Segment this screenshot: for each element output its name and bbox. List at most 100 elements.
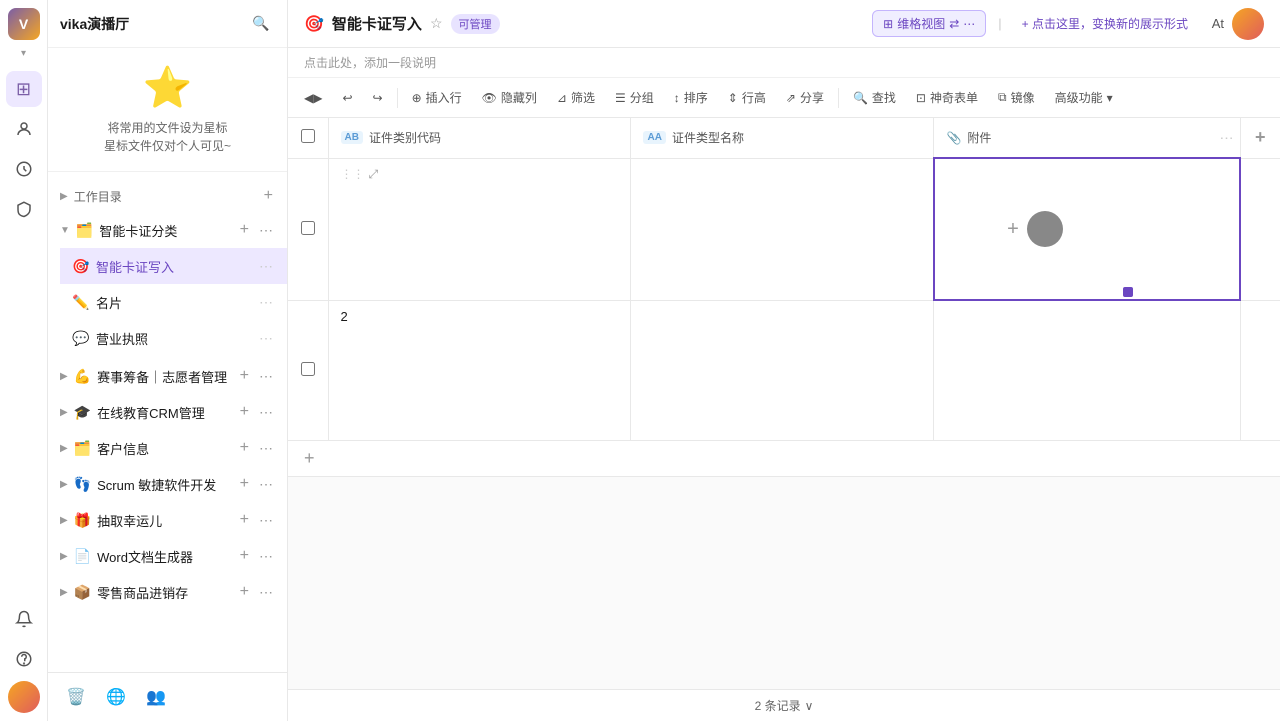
row1-expand-icon[interactable]: ⤢ [369,167,379,182]
redo-icon: ↪ [373,91,383,105]
insert-row-button[interactable]: ⊕ 插入行 [404,85,470,110]
retail-label: 零售商品进销存 [97,583,232,602]
top-right-user-avatar[interactable] [1232,8,1264,40]
row2-col2-cell[interactable] [631,300,934,440]
name-card-more-btn[interactable]: ⋯ [257,294,275,311]
row1-checkbox-cell[interactable] [288,158,328,300]
nav-group-online-edu-header[interactable]: ▶ 🎓 在线教育CRM管理 + ⋯ [48,394,287,430]
lucky-add-btn[interactable]: + [238,511,251,529]
row1-col1-cell[interactable]: ⋮⋮ ⤢ [328,158,631,300]
invite-button[interactable]: 👥 [140,681,172,713]
add-column-button[interactable]: + [1240,118,1280,158]
attach-plus-icon[interactable]: + [1007,218,1019,241]
smart-card-more-btn[interactable]: ⋯ [257,222,275,239]
nav-group-customer-header[interactable]: ▶ 🗂️ 客户信息 + ⋯ [48,430,287,466]
undo-button[interactable]: ↩ [334,87,360,109]
template-button[interactable]: 🌐 [100,681,132,713]
manage-badge[interactable]: 可管理 [451,14,500,34]
add-view-text: + 点击这里，变换新的展示形式 [1022,15,1188,32]
rail-collapse-btn[interactable]: ▾ [21,48,26,59]
rail-shield-icon[interactable] [6,191,42,227]
row2-checkbox-cell[interactable] [288,300,328,440]
work-dir-label: 工作目录 [74,188,256,205]
add-row-button[interactable]: + [288,440,1280,476]
rail-home-icon[interactable]: ⊞ [6,71,42,107]
header-checkbox-cell[interactable] [288,118,328,158]
retail-add-btn[interactable]: + [238,583,251,601]
online-edu-emoji: 🎓 [74,404,91,421]
sidebar-item-business-license[interactable]: 💬 营业执照 ⋯ [60,320,287,356]
share-button[interactable]: ⇗ 分享 [778,85,832,110]
work-dir-add-btn[interactable]: + [262,187,275,205]
word-gen-more-btn[interactable]: ⋯ [257,548,275,565]
row-height-label: 行高 [742,89,766,106]
rail-explore-icon[interactable] [6,151,42,187]
row2-checkbox[interactable] [301,362,315,376]
business-license-more-btn[interactable]: ⋯ [257,330,275,347]
table-area[interactable]: AB 证件类别代码 AA 证件类型名称 📎 附件 [288,118,1280,689]
nav-group-competition-header[interactable]: ▶ 💪 赛事筹备｜志愿者管理 + ⋯ [48,358,287,394]
row2-col3-cell[interactable] [934,300,1240,440]
row1-checkbox[interactable] [301,221,315,235]
scrum-more-btn[interactable]: ⋯ [257,476,275,493]
smart-card-write-more-btn[interactable]: ⋯ [257,258,275,275]
scrum-add-btn[interactable]: + [238,475,251,493]
online-edu-add-btn[interactable]: + [238,403,251,421]
view-switch-button[interactable]: ⊞ 维格视图 ⇄ ⋯ [872,10,986,37]
row2-col1-cell[interactable]: 2 [328,300,631,440]
work-dir-header[interactable]: ▶ 工作目录 + [48,180,287,212]
redo-button[interactable]: ↪ [365,87,391,109]
row1-col2-cell[interactable] [631,158,934,300]
filter-icon: ⊿ [557,91,567,105]
nav-group-word-gen-header[interactable]: ▶ 📄 Word文档生成器 + ⋯ [48,538,287,574]
header-col2[interactable]: AA 证件类型名称 [631,118,934,158]
footer-chevron-icon: ∨ [805,699,814,713]
nav-group-smart-card-header[interactable]: ▼ 🗂️ 智能卡证分类 + ⋯ [48,212,287,248]
add-view-button[interactable]: + 点击这里，变换新的展示形式 [1014,11,1196,36]
rail-people-icon[interactable] [6,111,42,147]
online-edu-more-btn[interactable]: ⋯ [257,404,275,421]
header-col1[interactable]: AB 证件类别代码 [328,118,631,158]
attachment-inner: + [935,159,1135,299]
rail-bell-icon[interactable] [6,601,42,637]
row1-attachment-cell[interactable]: + [934,158,1240,300]
sidebar-item-smart-card-write[interactable]: 🎯 智能卡证写入 ⋯ [60,248,287,284]
footer[interactable]: 2 条记录 ∨ [288,689,1280,721]
app-logo[interactable]: V [8,8,40,40]
row-height-button[interactable]: ⇕ 行高 [720,85,774,110]
sidebar-item-name-card[interactable]: ✏️ 名片 ⋯ [60,284,287,320]
col3-more-btn[interactable]: ⋯ [1220,129,1234,146]
nav-group-retail-header[interactable]: ▶ 📦 零售商品进销存 + ⋯ [48,574,287,610]
resize-handle[interactable] [1123,287,1133,297]
competition-add-btn[interactable]: + [238,367,251,385]
smart-card-add-btn[interactable]: + [238,221,251,239]
customer-more-btn[interactable]: ⋯ [257,440,275,457]
collapse-panel-button[interactable]: ◀▶ [296,87,330,109]
doc-star-button[interactable]: ☆ [430,15,443,32]
row1-drag-icon[interactable]: ⋮⋮ [341,167,365,181]
nav-group-lucky-header[interactable]: ▶ 🎁 抽取幸运儿 + ⋯ [48,502,287,538]
subtitle-bar[interactable]: 点击此处，添加一段说明 [288,48,1280,78]
attachment-thumbnail[interactable] [1027,211,1063,247]
filter-button[interactable]: ⊿ 筛选 [549,85,603,110]
header-col3[interactable]: 📎 附件 ⋯ [934,118,1240,158]
search-button[interactable]: 🔍 查找 [845,85,904,110]
trash-button[interactable]: 🗑️ [60,681,92,713]
customer-add-btn[interactable]: + [238,439,251,457]
sort-button[interactable]: ↕ 排序 [666,85,716,110]
online-edu-label: 在线教育CRM管理 [97,403,232,422]
word-gen-add-btn[interactable]: + [238,547,251,565]
hide-col-button[interactable]: 👁 隐藏列 [474,85,545,110]
magic-form-button[interactable]: ⊡ 神奇表单 [908,85,986,110]
lucky-more-btn[interactable]: ⋯ [257,512,275,529]
group-button[interactable]: ☰ 分组 [607,85,662,110]
mirror-button[interactable]: ⧉ 镜像 [990,85,1043,110]
advanced-button[interactable]: 高级功能 ▾ [1047,85,1121,110]
competition-more-btn[interactable]: ⋯ [257,368,275,385]
retail-more-btn[interactable]: ⋯ [257,584,275,601]
nav-group-scrum-header[interactable]: ▶ 👣 Scrum 敏捷软件开发 + ⋯ [48,466,287,502]
sidebar-search-button[interactable]: 🔍 [247,10,275,38]
select-all-checkbox[interactable] [301,129,315,143]
rail-help-icon[interactable] [6,641,42,677]
rail-user-avatar[interactable] [8,681,40,713]
